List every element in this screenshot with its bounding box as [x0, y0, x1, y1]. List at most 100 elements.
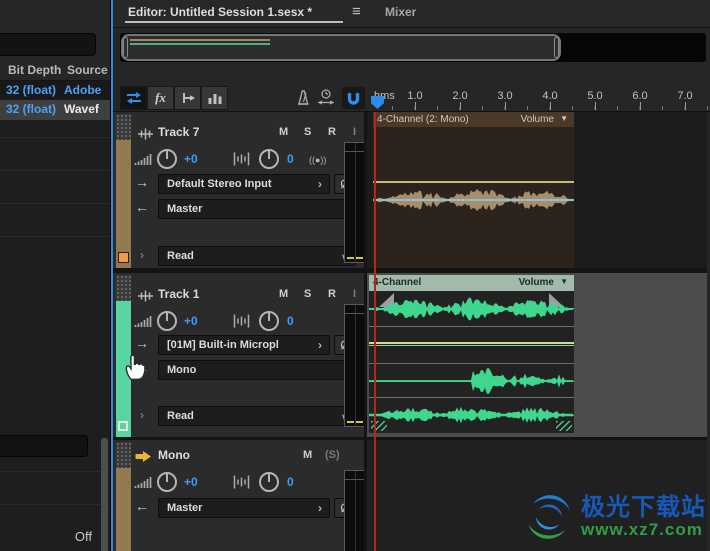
mute-button[interactable]: M — [279, 288, 288, 300]
active-tab-underline — [125, 21, 343, 23]
clip-envelope-mode[interactable]: Volume — [519, 277, 554, 288]
track1-input-select[interactable]: [01M] Built-in Micropl — [158, 335, 330, 355]
watermark-site-url: www.xz7.com — [581, 519, 703, 539]
panel-menu-icon[interactable]: ≡ — [352, 3, 361, 20]
clip-header[interactable]: 4-Channel (2: Mono) Volume ▼ — [373, 112, 574, 127]
zoom-navigator-track[interactable] — [120, 33, 706, 62]
clip-4channel-2mono[interactable]: 4-Channel (2: Mono) Volume ▼ — [373, 112, 574, 268]
meter-peak-indicator — [356, 421, 363, 423]
tab-editor[interactable]: Editor: Untitled Session 1.sesx * — [128, 5, 312, 19]
volume-envelope-line[interactable] — [373, 181, 574, 183]
column-source[interactable]: Source — [67, 63, 108, 77]
solo-button[interactable]: (S) — [325, 449, 340, 461]
pan-value[interactable]: 0 — [287, 152, 294, 166]
pan-knob[interactable] — [259, 472, 279, 492]
volume-value[interactable]: +0 — [184, 314, 198, 328]
pan-bars-icon — [233, 152, 250, 166]
clip-header[interactable]: 4-Channel Volume ▼ — [369, 275, 574, 291]
volume-value[interactable]: +0 — [184, 152, 198, 166]
navigator-right-grip[interactable] — [554, 37, 559, 58]
track1-output-select[interactable]: Mono — [158, 360, 356, 380]
solo-button[interactable]: S — [304, 288, 311, 300]
file-row-selected[interactable]: 32 (float) Wavef — [0, 100, 110, 120]
files-search-input[interactable] — [0, 33, 96, 56]
navigator-left-grip[interactable] — [123, 37, 128, 58]
pan-knob[interactable] — [259, 311, 279, 331]
track7-color-square[interactable] — [118, 252, 129, 263]
panel-tab-bar: Editor: Untitled Session 1.sesx * ≡ Mixe… — [113, 0, 710, 28]
chevron-down-icon[interactable]: ▼ — [560, 114, 568, 123]
track-grip-icon[interactable] — [116, 275, 131, 301]
files-list: Bit Depth Source 32 (float) Adobe 32 (fl… — [0, 59, 110, 551]
files-panel-field[interactable] — [0, 435, 88, 457]
track7-input-select[interactable]: Default Stereo Input — [158, 174, 330, 194]
track7-strip[interactable] — [116, 112, 131, 268]
bus-strip[interactable] — [116, 440, 131, 551]
waveform-centerline — [369, 380, 574, 382]
pan-bars-icon — [233, 314, 250, 328]
track1-lane[interactable]: 4-Channel Volume ▼ — [367, 273, 707, 437]
track-grip-icon[interactable] — [116, 114, 131, 140]
track1-automation-select[interactable]: Read — [158, 406, 356, 426]
files-scrollbar[interactable] — [101, 438, 108, 551]
tab-mixer[interactable]: Mixer — [385, 5, 416, 19]
metering-button[interactable] — [201, 86, 228, 110]
audio-track-icon — [138, 128, 153, 140]
file-row[interactable]: 32 (float) Adobe — [0, 81, 110, 100]
ruler-tick-label: 7.0 — [677, 90, 693, 102]
editor-panel: Editor: Untitled Session 1.sesx * ≡ Mixe… — [113, 0, 710, 551]
track1-color-square[interactable] — [118, 421, 128, 431]
routing-button[interactable] — [174, 86, 201, 110]
move-tool-button[interactable] — [120, 86, 147, 110]
track-grip-icon[interactable] — [116, 442, 131, 468]
pan-knob[interactable] — [259, 149, 279, 169]
pan-value[interactable]: 0 — [287, 475, 294, 489]
mute-button[interactable]: M — [303, 449, 312, 461]
input-monitor-button[interactable]: I — [353, 126, 356, 138]
track7-lane[interactable]: 4-Channel (2: Mono) Volume ▼ — [367, 112, 707, 268]
row-separator — [0, 203, 110, 204]
chevron-down-icon[interactable]: ▼ — [560, 277, 568, 286]
snap-toggle-button[interactable] — [342, 87, 365, 109]
volume-bars-icon — [134, 316, 152, 327]
track-name[interactable]: Track 1 — [158, 287, 199, 301]
volume-knob[interactable] — [157, 472, 177, 492]
waveform-centerline — [369, 308, 574, 309]
clip-envelope-mode[interactable]: Volume — [521, 114, 554, 125]
stretch-clock-icon[interactable] — [316, 88, 336, 108]
clip-4channel-selected[interactable]: 4-Channel Volume ▼ — [369, 275, 574, 433]
output-arrow-icon: ← — [135, 498, 149, 514]
mute-button[interactable]: M — [279, 126, 288, 138]
metronome-icon[interactable] — [293, 88, 313, 108]
arm-record-button[interactable]: R — [328, 288, 336, 300]
input-monitor-button[interactable]: I — [353, 288, 356, 300]
playhead-marker[interactable] — [371, 96, 384, 109]
track-name[interactable]: Track 7 — [158, 125, 199, 139]
bus-output-select[interactable]: Master — [158, 498, 330, 518]
pan-value[interactable]: 0 — [287, 314, 294, 328]
volume-knob[interactable] — [157, 311, 177, 331]
automation-chevron-icon[interactable]: › — [140, 408, 144, 422]
automation-chevron-icon[interactable]: › — [140, 248, 144, 262]
arm-record-button[interactable]: R — [328, 126, 336, 138]
effects-rack-button[interactable]: fx — [147, 86, 174, 110]
playhead-line[interactable] — [374, 112, 376, 551]
monitoring-icon[interactable]: ((●)) — [309, 155, 326, 165]
clip-title: 4-Channel — [373, 277, 422, 288]
column-bit-depth[interactable]: Bit Depth — [8, 63, 61, 77]
volume-value[interactable]: +0 — [184, 475, 198, 489]
volume-bars-icon — [134, 154, 152, 165]
solo-button[interactable]: S — [304, 126, 311, 138]
track7-output-select[interactable]: Master — [158, 199, 356, 219]
track-name[interactable]: Mono — [158, 448, 190, 462]
magnet-icon — [347, 92, 360, 105]
row-separator — [0, 137, 110, 138]
volume-knob[interactable] — [157, 149, 177, 169]
zoom-navigator-handle[interactable] — [121, 34, 561, 61]
track7-automation-select[interactable]: Read — [158, 246, 356, 266]
watermark-site-name: 极光下载站 — [581, 494, 706, 522]
volume-envelope-line[interactable] — [369, 342, 574, 344]
ruler-major-ticks — [415, 102, 710, 110]
files-list-header: Bit Depth Source — [0, 59, 110, 81]
timeline-ruler[interactable]: hms 1.0 2.0 3.0 4.0 5.0 6.0 7.0 — [370, 84, 710, 111]
